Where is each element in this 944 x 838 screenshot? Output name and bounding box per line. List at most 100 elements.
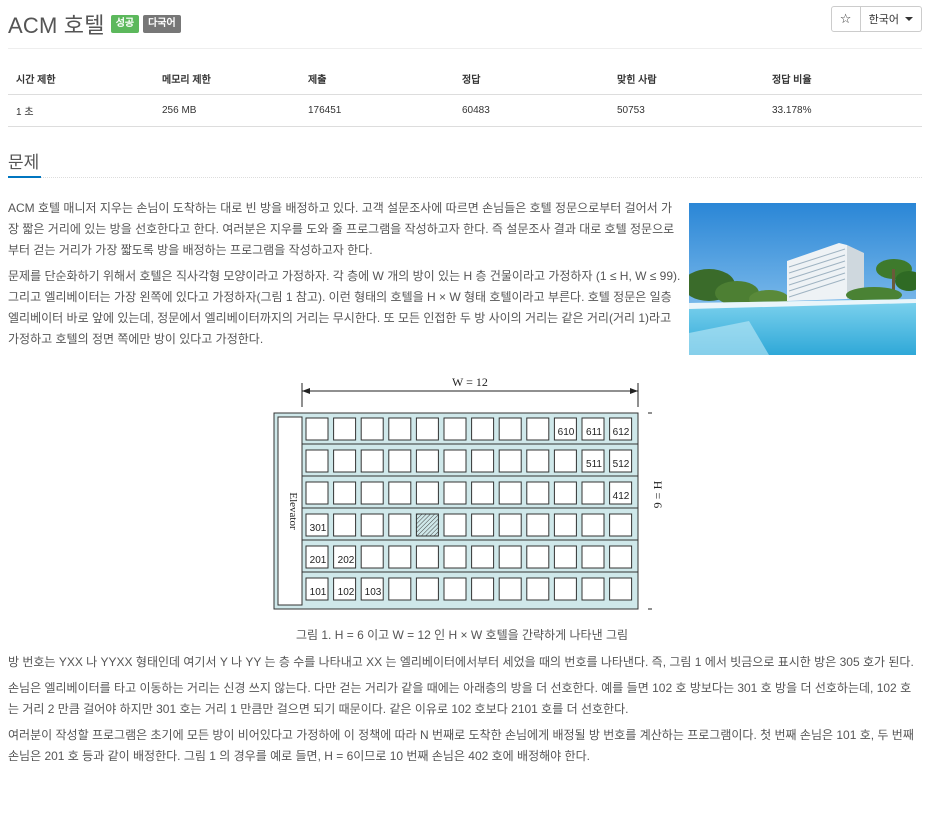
- room-301: 301: [310, 523, 327, 534]
- room-box: [526, 545, 550, 569]
- top-controls: ☆ 한국어: [830, 6, 922, 32]
- room-box: [526, 481, 550, 505]
- room-box: [581, 513, 605, 537]
- width-label: W = 12: [452, 375, 488, 389]
- room-box: [526, 417, 550, 441]
- star-icon: ☆: [839, 11, 852, 26]
- room-201: 201: [310, 555, 327, 566]
- room-103: 103: [365, 587, 382, 598]
- room-box: [388, 417, 412, 441]
- room-box: [415, 417, 439, 441]
- room-412: 412: [613, 491, 630, 502]
- room-box: [360, 417, 384, 441]
- room-box: [553, 449, 577, 473]
- td-submissions: 176451: [300, 94, 454, 127]
- elevator-label: Elevator: [287, 492, 299, 530]
- room-box: [360, 513, 384, 537]
- room-202: 202: [338, 555, 355, 566]
- room-box: [471, 545, 495, 569]
- room-box: [415, 513, 439, 537]
- paragraph-room-numbering: 방 번호는 YXX 나 YYXX 형태인데 여기서 Y 나 YY 는 층 수를 …: [8, 655, 914, 669]
- room-box: [526, 577, 550, 601]
- room-box: [388, 449, 412, 473]
- status-badge-success: 성공: [110, 15, 140, 33]
- paragraph-assumptions: 문제를 단순화하기 위해서 호텔은 직사각형 모양이라고 가정하자. 각 층에 …: [8, 269, 681, 346]
- room-box: [471, 417, 495, 441]
- table-header-row: 시간 제한 메모리 제한 제출 정답 맞힌 사람 정답 비율: [8, 63, 922, 95]
- room-box: [609, 545, 633, 569]
- td-ratio: 33.178%: [764, 94, 922, 127]
- th-accepted: 정답: [454, 63, 609, 95]
- td-solved-users: 50753: [609, 94, 764, 127]
- room-box: [498, 577, 522, 601]
- room-box: [609, 513, 633, 537]
- chevron-down-icon: [905, 17, 913, 21]
- language-label: 한국어: [868, 14, 899, 26]
- room-box: [333, 481, 357, 505]
- star-button[interactable]: ☆: [830, 6, 861, 32]
- paragraph-task: 여러분이 작성할 프로그램은 초기에 모든 방이 비어있다고 가정하에 이 정책…: [8, 728, 914, 763]
- room-102: 102: [338, 587, 355, 598]
- td-accepted: 60483: [454, 94, 609, 127]
- room-box: [333, 513, 357, 537]
- room-box: [471, 449, 495, 473]
- room-box: [305, 417, 329, 441]
- height-label: H = 6: [651, 480, 666, 509]
- language-dropdown[interactable]: 한국어: [860, 6, 922, 32]
- th-ratio: 정답 비율: [764, 63, 922, 95]
- room-box: [443, 513, 467, 537]
- room-box: [305, 481, 329, 505]
- th-submissions: 제출: [300, 63, 454, 95]
- room-box: [498, 513, 522, 537]
- room-box: [471, 481, 495, 505]
- room-box: [609, 577, 633, 601]
- room-box: [360, 449, 384, 473]
- figure-caption: 그림 1. H = 6 이고 W = 12 인 H × W 호텔을 간략하게 나…: [295, 628, 629, 642]
- room-box: [443, 417, 467, 441]
- room-512: 512: [613, 459, 630, 470]
- room-511: 511: [586, 459, 602, 470]
- room-box: [388, 513, 412, 537]
- room-box: [581, 481, 605, 505]
- room-box: [443, 481, 467, 505]
- table-row: 1 초 256 MB 176451 60483 50753 33.178%: [8, 94, 922, 127]
- room-box: [360, 481, 384, 505]
- status-badge-multilang: 다국어: [143, 15, 181, 33]
- problem-description: ACM 호텔 매니저 지우는 손님이 도착하는 대로 빈 방을 배정하고 있다.…: [8, 198, 916, 772]
- th-time-limit: 시간 제한: [8, 63, 154, 95]
- paragraph-intro: ACM 호텔 매니저 지우는 손님이 도착하는 대로 빈 방을 배정하고 있다.…: [8, 201, 675, 257]
- td-time-limit: 1 초: [8, 94, 154, 127]
- room-box: [388, 481, 412, 505]
- room-box: [526, 449, 550, 473]
- room-box: [415, 481, 439, 505]
- room-box: [360, 545, 384, 569]
- room-611: 611: [586, 427, 602, 438]
- room-box: [415, 577, 439, 601]
- hotel-diagram: W = 12 Elevator 610 611 612 511 512 412 …: [273, 375, 664, 610]
- room-box: [498, 449, 522, 473]
- room-box: [471, 577, 495, 601]
- room-box: [388, 545, 412, 569]
- hotel-photo-illustration: [689, 203, 916, 355]
- room-101: 101: [310, 587, 327, 598]
- room-box: [553, 577, 577, 601]
- problem-title: ACM 호텔: [8, 13, 105, 38]
- room-box: [443, 577, 467, 601]
- th-solved-users: 맞힌 사람: [609, 63, 764, 95]
- room-box: [553, 513, 577, 537]
- paragraph-preference: 손님은 엘리베이터를 타고 이동하는 거리는 신경 쓰지 않는다. 다만 걷는 …: [8, 681, 912, 716]
- section-heading: 문제: [8, 153, 40, 172]
- room-box: [333, 417, 357, 441]
- room-box: [498, 545, 522, 569]
- header-divider: [8, 48, 922, 49]
- room-box: [443, 545, 467, 569]
- problem-info-table: 시간 제한 메모리 제한 제출 정답 맞힌 사람 정답 비율 1 초 256 M…: [8, 63, 922, 127]
- room-box: [498, 481, 522, 505]
- room-box: [333, 449, 357, 473]
- room-box: [443, 449, 467, 473]
- room-box: [305, 449, 329, 473]
- room-box: [581, 545, 605, 569]
- room-box: [415, 545, 439, 569]
- room-box: [471, 513, 495, 537]
- room-610: 610: [558, 427, 575, 438]
